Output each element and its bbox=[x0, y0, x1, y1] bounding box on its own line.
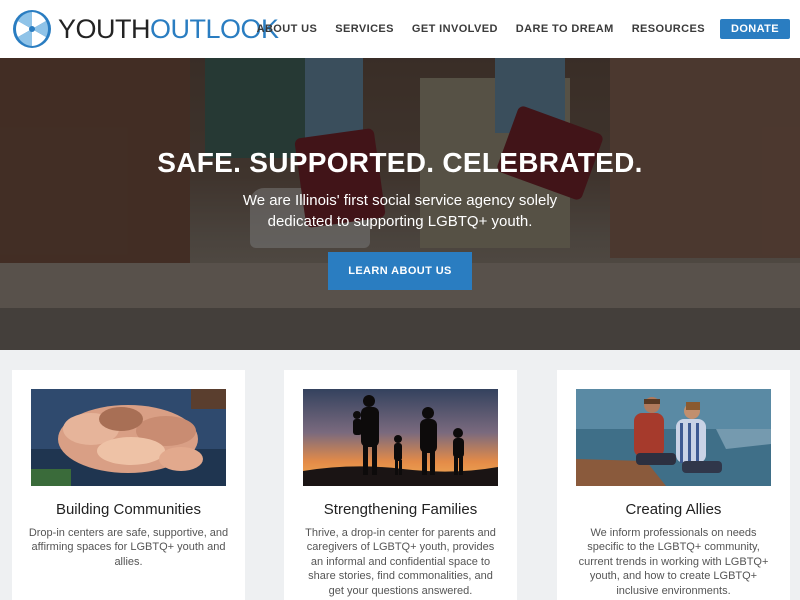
hero-title: SAFE. SUPPORTED. CELEBRATED. bbox=[157, 147, 643, 178]
nav-resources[interactable]: RESOURCES bbox=[632, 23, 705, 35]
main-nav: ABOUT US SERVICES GET INVOLVED DARE TO D… bbox=[239, 19, 790, 39]
card-text: Thrive, a drop-in center for parents and… bbox=[305, 527, 496, 597]
youth-outlook-logo-icon bbox=[13, 10, 51, 48]
nav-services[interactable]: SERVICES bbox=[335, 23, 394, 35]
family-silhouette-image[interactable] bbox=[303, 389, 498, 486]
card-title: Building Communities bbox=[55, 501, 202, 518]
hands-together-image[interactable] bbox=[31, 389, 226, 486]
hero-subtitle-line: dedicated to supporting LGBTQ+ youth. bbox=[267, 213, 533, 230]
card-strengthening-families: Strengthening Families Thrive, a drop-in… bbox=[284, 370, 517, 600]
hero-subtitle: We are Illinois' first social service ag… bbox=[0, 190, 800, 232]
hands-together-illustration bbox=[31, 389, 226, 486]
allies-lakeside-image[interactable] bbox=[576, 389, 771, 486]
learn-about-us-button[interactable]: LEARN ABOUT US bbox=[328, 252, 472, 290]
donate-button[interactable]: DONATE bbox=[719, 19, 790, 39]
logo-word-youth: YOUTH bbox=[58, 14, 151, 44]
card-creating-allies: Creating Allies We inform professionals … bbox=[557, 370, 790, 600]
hero-subtitle-line: We are Illinois' first social service ag… bbox=[242, 192, 558, 209]
card-building-communities: Building Communities Drop-in centers are… bbox=[12, 370, 245, 600]
two-people-by-water-illustration bbox=[576, 389, 771, 486]
nav-dare-to-dream[interactable]: DARE TO DREAM bbox=[516, 23, 614, 35]
card-title: Creating Allies bbox=[625, 501, 722, 518]
hero-banner: SAFE. SUPPORTED. CELEBRATED. We are Illi… bbox=[0, 58, 800, 350]
card-title: Strengthening Families bbox=[323, 501, 478, 518]
site-header: YOUTHOUTLOOK ABOUT US SERVICES GET INVOL… bbox=[0, 0, 800, 58]
nav-about-us[interactable]: ABOUT US bbox=[257, 23, 318, 35]
card-text: Drop-in centers are safe, supportive, an… bbox=[28, 527, 229, 568]
family-sunset-illustration bbox=[303, 389, 498, 486]
nav-get-involved[interactable]: GET INVOLVED bbox=[412, 23, 498, 35]
card-text: We inform professionals on needs specifi… bbox=[578, 527, 769, 597]
hero-content: SAFE. SUPPORTED. CELEBRATED. We are Illi… bbox=[0, 146, 800, 290]
